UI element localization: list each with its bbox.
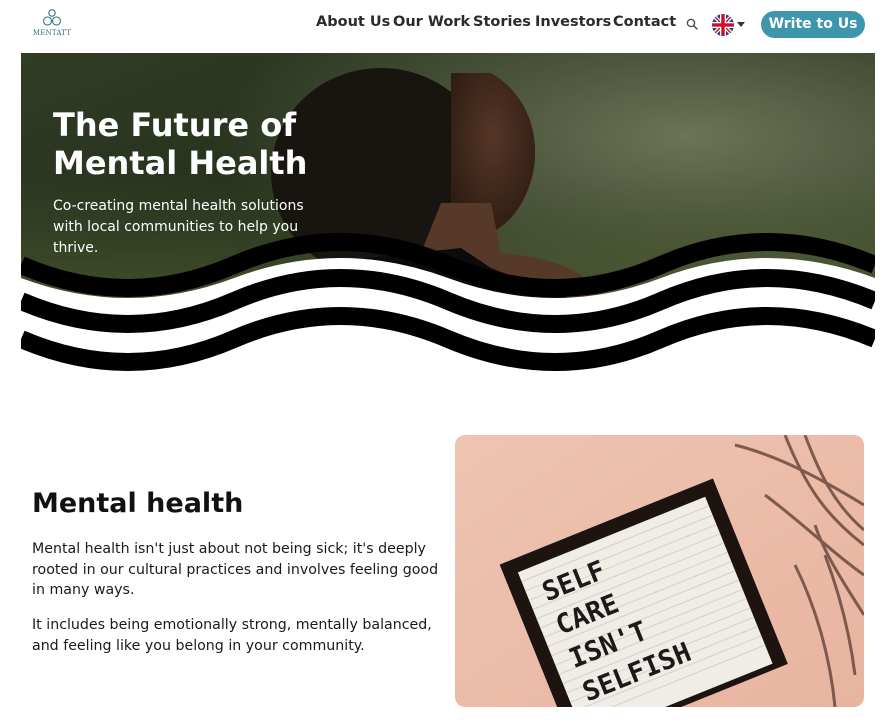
self-care-image: SELF CARE ISN'T SELFISH xyxy=(455,435,864,707)
hero-title: The Future of Mental Health xyxy=(53,106,308,182)
section-paragraph-1: Mental health isn't just about not being… xyxy=(32,541,439,598)
chevron-down-icon[interactable] xyxy=(737,22,745,27)
nav-contact[interactable]: Contact xyxy=(613,14,676,30)
letter-board-illustration: SELF CARE ISN'T SELFISH xyxy=(455,435,864,707)
nav-about-us[interactable]: About Us xyxy=(316,14,390,30)
write-to-us-button[interactable]: Write to Us xyxy=(761,11,865,38)
site-header: MENTATT About Us Our Work Stories Invest… xyxy=(0,0,890,53)
nav-stories[interactable]: Stories xyxy=(473,14,531,30)
language-selector[interactable] xyxy=(712,14,734,36)
logo-mark-icon xyxy=(42,9,62,26)
nav-investors[interactable]: Investors xyxy=(535,14,611,30)
uk-flag-icon xyxy=(712,14,734,36)
search-icon[interactable] xyxy=(686,18,698,30)
nav-our-work[interactable]: Our Work xyxy=(393,14,470,30)
section-title: Mental health xyxy=(32,488,244,519)
logo-text: MENTATT xyxy=(32,29,72,37)
hero-subtitle: Co-creating mental health solutions with… xyxy=(53,198,304,256)
section-paragraph-2: It includes being emotionally strong, me… xyxy=(32,617,432,654)
logo[interactable]: MENTATT xyxy=(30,8,74,40)
